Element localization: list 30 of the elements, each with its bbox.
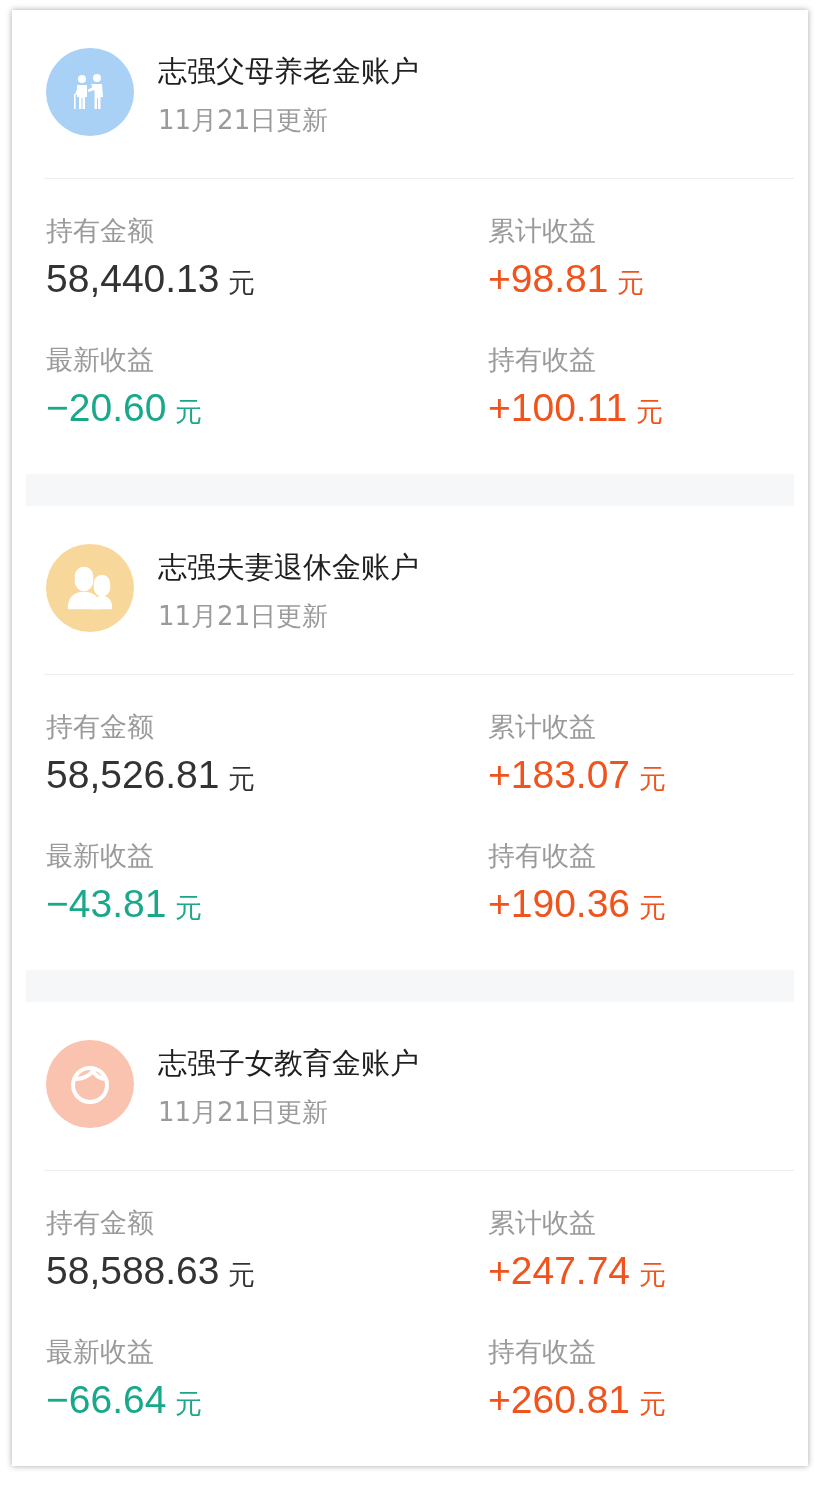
stat-label: 累计收益 xyxy=(488,1206,597,1240)
stat-value: +183.07 元 xyxy=(488,753,666,798)
stat-label: 持有金额 xyxy=(46,214,155,248)
stat-value: +190.36 元 xyxy=(488,882,666,927)
account-title: 志强夫妻退休金账户 xyxy=(158,549,419,585)
update-date: 11月21日更新 xyxy=(158,104,330,137)
stat-value: −66.64 元 xyxy=(46,1378,202,1423)
stat-value: +247.74 元 xyxy=(488,1249,666,1294)
stat-value: 58,588.63 元 xyxy=(46,1249,256,1294)
stat-label: 持有金额 xyxy=(46,710,155,744)
stat-label: 最新收益 xyxy=(46,343,155,377)
stat-label: 持有收益 xyxy=(488,343,597,377)
stat-value: −20.60 元 xyxy=(46,386,202,431)
stat-label: 最新收益 xyxy=(46,1335,155,1369)
stat-value: +260.81 元 xyxy=(488,1378,666,1423)
stat-value: 58,440.13 元 xyxy=(46,257,256,302)
stat-label: 最新收益 xyxy=(46,839,155,873)
stat-value: −43.81 元 xyxy=(46,882,202,927)
stat-value: +98.81 元 xyxy=(488,257,644,302)
account-title: 志强父母养老金账户 xyxy=(158,53,419,89)
update-date: 11月21日更新 xyxy=(158,1096,330,1129)
stat-value: +100.11 元 xyxy=(488,386,663,431)
stat-label: 累计收益 xyxy=(488,214,597,248)
account-title: 志强子女教育金账户 xyxy=(158,1045,419,1081)
stat-label: 持有收益 xyxy=(488,1335,597,1369)
stat-value: 58,526.81 元 xyxy=(46,753,256,798)
update-date: 11月21日更新 xyxy=(158,600,330,633)
stat-label: 持有收益 xyxy=(488,839,597,873)
stat-label: 持有金额 xyxy=(46,1206,155,1240)
stat-label: 累计收益 xyxy=(488,710,597,744)
